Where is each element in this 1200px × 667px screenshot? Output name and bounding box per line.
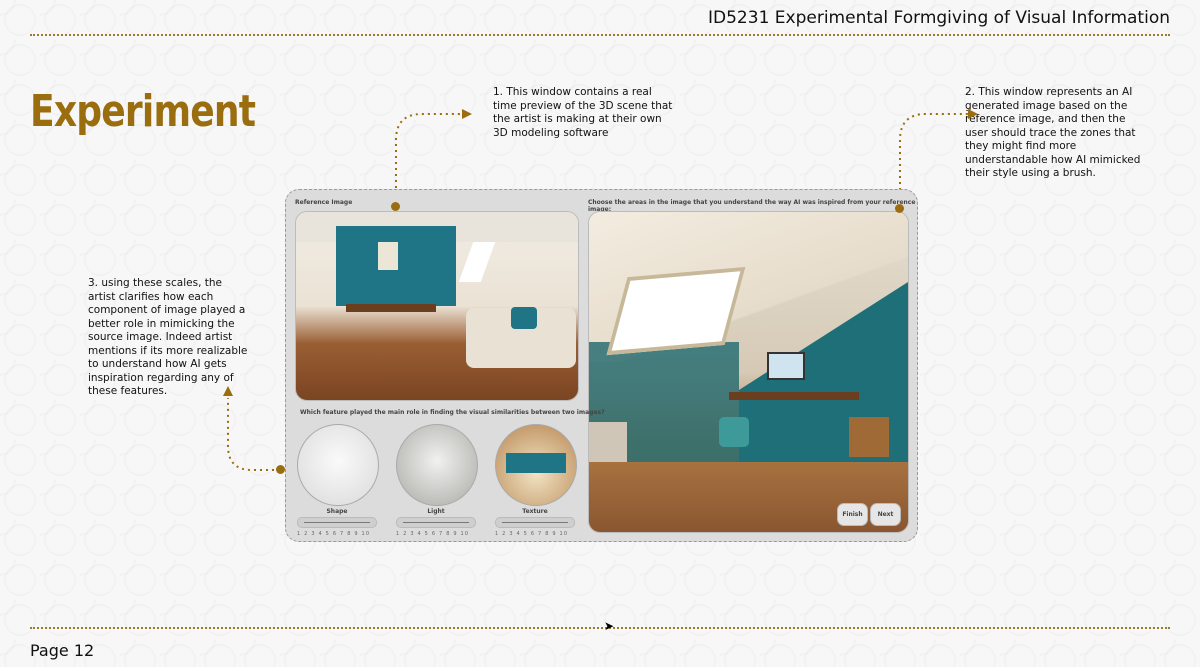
light-preview: [396, 424, 478, 506]
skylight: [606, 266, 746, 356]
arrowhead-1-icon: [462, 109, 472, 119]
poster: [378, 242, 398, 270]
slide-heading: Experiment: [30, 86, 256, 137]
arrow-3-path: [227, 398, 280, 471]
next-button[interactable]: Next: [870, 503, 901, 526]
texture-label: Texture: [522, 508, 548, 515]
shape-preview: [297, 424, 379, 506]
texture-scale: 1 2 3 4 5 6 7 8 9 10: [495, 531, 569, 537]
shape-scale: 1 2 3 4 5 6 7 8 9 10: [297, 531, 371, 537]
sofa-cushion: [511, 307, 537, 329]
finish-button[interactable]: Finish: [837, 503, 868, 526]
skylight: [458, 242, 496, 282]
course-title: ID5231 Experimental Formgiving of Visual…: [708, 8, 1170, 28]
feature-question: Which feature played the main role in fi…: [300, 409, 605, 416]
marker-dot-preview: [391, 202, 400, 211]
texture-teal-wall: [506, 453, 566, 473]
mouse-cursor-icon: ➤: [604, 619, 615, 633]
chair: [719, 417, 749, 447]
reference-image-label: Reference Image: [295, 199, 353, 206]
bottom-rule: [30, 627, 1170, 629]
reference-image-preview: [295, 211, 579, 401]
light-label: Light: [427, 508, 445, 515]
note-ai-window: 2. This window represents an AI generate…: [965, 86, 1141, 179]
bed: [589, 422, 627, 462]
texture-slider[interactable]: [495, 517, 575, 528]
desk: [346, 304, 436, 312]
note-scales: 3. using these scales, the artist clarif…: [88, 277, 248, 397]
marker-dot-scales: [276, 465, 285, 474]
shape-label: Shape: [326, 508, 348, 515]
marker-dot-ai: [895, 204, 904, 213]
page-number: Page 12: [30, 641, 95, 660]
top-rule: [30, 34, 1170, 36]
note-preview-window: 1. This window contains a real time prev…: [493, 86, 673, 139]
app-window: Reference Image Choose the areas in the …: [285, 189, 918, 542]
texture-preview: [495, 424, 577, 506]
cabinet: [849, 417, 889, 457]
shape-slider[interactable]: [297, 517, 377, 528]
ai-generated-image[interactable]: [588, 211, 909, 533]
monitor: [767, 352, 805, 380]
light-scale: 1 2 3 4 5 6 7 8 9 10: [396, 531, 470, 537]
light-slider[interactable]: [396, 517, 476, 528]
desk: [729, 392, 859, 400]
